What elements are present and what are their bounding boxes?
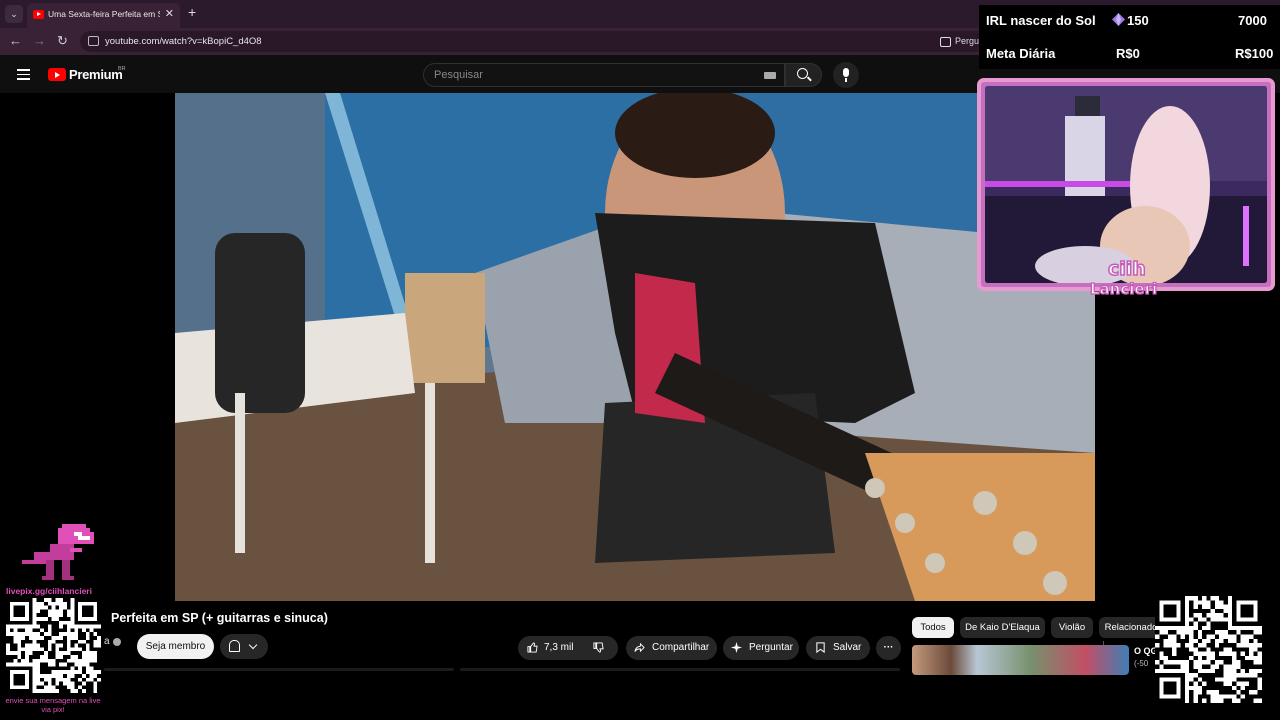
streamer-name-line1: ciih — [1107, 257, 1146, 281]
youtube-logo-icon[interactable] — [48, 68, 66, 81]
streamer-name-line2: Lancieri — [1089, 279, 1158, 298]
share-label: Compartilhar — [652, 642, 710, 653]
goal-current: 150 — [1127, 13, 1149, 28]
search-placeholder: Pesquisar — [434, 69, 483, 81]
bookmark-icon — [816, 642, 825, 653]
goal-name: IRL nascer do Sol — [986, 13, 1096, 28]
youtube-premium-logo-text[interactable]: Premium — [69, 67, 123, 82]
share-icon — [634, 642, 645, 653]
reload-button[interactable]: ↻ — [57, 33, 68, 49]
recommended-video-meta: (-50 — [1134, 659, 1149, 668]
back-button[interactable]: ← — [9, 33, 22, 48]
ask-label: Perguntar — [749, 642, 793, 653]
thumbs-up-icon[interactable] — [527, 642, 538, 653]
comment-placeholder-bar — [104, 668, 454, 671]
save-label: Salvar — [833, 642, 862, 653]
forward-button[interactable]: → — [33, 33, 46, 48]
daily-goal-label: Meta Diária — [986, 46, 1056, 61]
ask-button[interactable]: Perguntar — [723, 636, 799, 660]
chip-all[interactable]: Todos — [912, 617, 954, 638]
youtube-favicon-icon — [33, 10, 44, 19]
more-actions-button[interactable]: ··· — [876, 636, 901, 660]
thumbs-down-icon[interactable] — [593, 642, 604, 653]
share-button[interactable]: Compartilhar — [626, 636, 717, 660]
channel-name[interactable]: a — [104, 636, 110, 647]
chip-violao[interactable]: Violão — [1051, 617, 1093, 638]
webcam-feed — [985, 86, 1267, 283]
pixel-dinosaur-mascot-icon — [22, 524, 94, 580]
like-count: 7,3 mil — [544, 642, 574, 653]
livepix-message: envie sua mensagem na live via pix! — [5, 696, 101, 714]
chip-related[interactable]: Relacionado — [1099, 617, 1163, 638]
search-button[interactable] — [785, 63, 822, 87]
description-placeholder-bar — [460, 668, 900, 671]
sparkle-icon — [731, 642, 742, 653]
browser-tab-active[interactable]: Uma Sexta-feira Perfeita em SP ✕ — [27, 3, 180, 28]
recommended-video-title[interactable]: O QG — [1134, 646, 1158, 656]
tab-close-icon[interactable]: ✕ — [165, 7, 174, 20]
livepix-qr-code-left — [6, 598, 101, 693]
recommended-video-thumbnail[interactable] — [912, 645, 1129, 675]
video-player[interactable] — [175, 93, 1095, 601]
keyboard-icon[interactable] — [764, 72, 776, 79]
goal-target: 7000 — [1238, 13, 1267, 28]
like-dislike-button[interactable]: 7,3 mil — [518, 636, 1104, 660]
notification-bell-button[interactable] — [220, 634, 268, 659]
save-button[interactable]: Salvar — [806, 636, 870, 660]
gem-icon — [1112, 13, 1125, 26]
daily-goal-target: R$100 — [1235, 46, 1274, 61]
tab-search-dropdown-icon[interactable]: ⌄ — [5, 5, 23, 23]
video-title: Perfeita em SP (+ guitarras e sinuca) — [111, 611, 328, 625]
verified-badge-icon — [113, 638, 121, 646]
livepix-qr-code-right — [1155, 596, 1262, 703]
region-code: BR — [118, 66, 126, 72]
video-frame-guitar-player — [175, 93, 1095, 601]
voice-search-icon[interactable] — [833, 62, 859, 88]
new-tab-button[interactable]: + — [188, 4, 196, 20]
site-info-icon[interactable] — [88, 36, 99, 46]
tab-title: Uma Sexta-feira Perfeita em SP — [48, 9, 160, 19]
join-button[interactable]: Seja membro — [137, 634, 214, 659]
search-input[interactable]: Pesquisar — [423, 63, 785, 87]
livepix-url: livepix.gg/ciihlancieri — [6, 586, 92, 596]
url-text[interactable]: youtube.com/watch?v=kBopiC_d4O8 — [105, 36, 262, 47]
chip-channel[interactable]: De Kaio D'Elaqua — [960, 617, 1045, 638]
menu-icon[interactable] — [17, 69, 30, 80]
daily-goal-current: R$0 — [1116, 46, 1140, 61]
